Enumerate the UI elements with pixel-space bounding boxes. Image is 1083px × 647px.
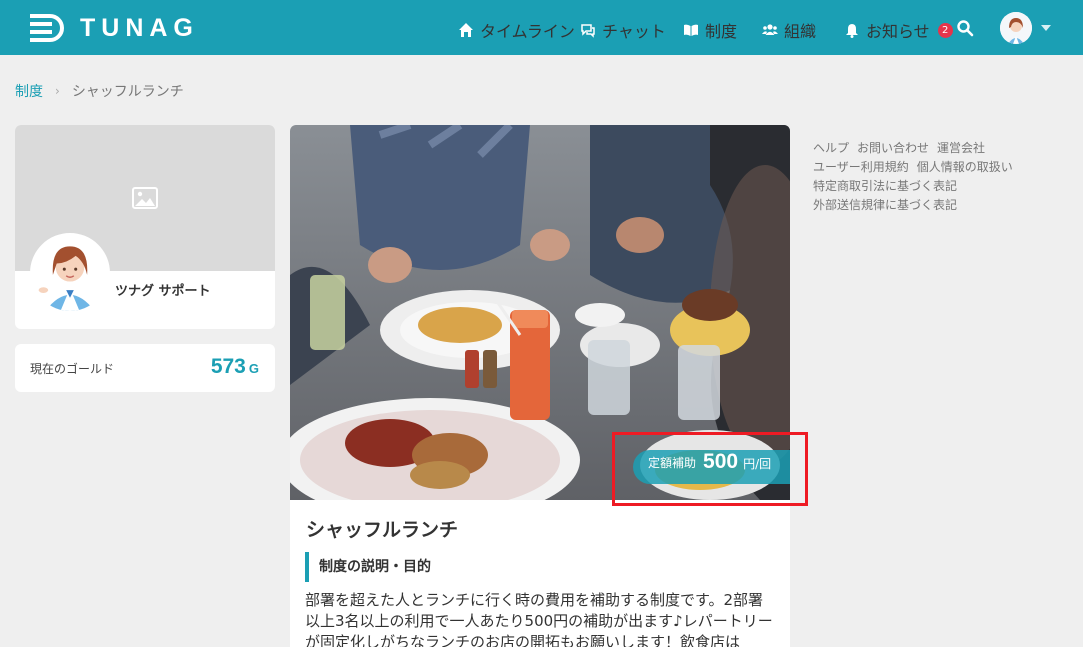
footer-links-row: 特定商取引法に基づく表記 [813, 177, 1053, 196]
chevron-right-icon: › [55, 84, 60, 98]
breadcrumb-current: シャッフルランチ [71, 84, 184, 100]
nav-programs[interactable]: 制度 [683, 18, 737, 42]
logo-mark-icon [30, 14, 64, 42]
external-transmission-link[interactable]: 外部送信規律に基づく表記 [813, 198, 957, 212]
nav-timeline-label: タイムライン [480, 22, 575, 41]
nav-chat[interactable]: チャット [580, 18, 666, 42]
program-description: 部署を超えた人とランチに行く時の費用を補助する制度です。2部署以上3名以上の利用… [305, 591, 773, 647]
subsidy-label: 定額補助 [648, 456, 697, 470]
breadcrumb: 制度 › シャッフルランチ [15, 81, 184, 101]
help-link[interactable]: ヘルプ [813, 141, 849, 155]
top-header: TUNAG タイムライン チャット 制度 組織 お知らせ 2 [0, 0, 1083, 55]
search-icon[interactable] [956, 19, 974, 37]
nav-chat-label: チャット [602, 22, 666, 41]
bell-icon [846, 24, 858, 38]
program-hero-image: 定額補助 500 円/回 [290, 125, 790, 500]
gold-card: 現在のゴールド 573 G [15, 344, 275, 392]
profile-card[interactable]: ツナグ サポート [15, 125, 275, 329]
tunag-logo[interactable]: TUNAG [28, 13, 199, 43]
commerce-law-link[interactable]: 特定商取引法に基づく表記 [813, 179, 957, 193]
footer-links-row: 外部送信規律に基づく表記 [813, 196, 1053, 215]
subsidy-value: 500 [703, 450, 739, 473]
company-link[interactable]: 運営会社 [937, 141, 985, 155]
gold-amount: 573 [210, 355, 246, 378]
contact-link[interactable]: お問い合わせ [857, 141, 929, 155]
chat-icon [581, 24, 595, 38]
footer-links-row: ヘルプ お問い合わせ 運営会社 [813, 139, 1053, 158]
footer-links: ヘルプ お問い合わせ 運営会社 ユーザー利用規約 個人情報の取扱い 特定商取引法に基づ… [813, 139, 1053, 215]
nav-notifications[interactable]: お知らせ 2 [844, 18, 953, 42]
terms-link[interactable]: ユーザー利用規約 [813, 160, 909, 174]
brand-name: TUNAG [80, 13, 199, 42]
program-title: シャッフルランチ [306, 519, 459, 541]
notification-badge: 2 [937, 22, 953, 38]
program-card: 定額補助 500 円/回 シャッフルランチ 制度の説明・目的 部署を超えた人とラ… [290, 125, 790, 647]
avatar-illustration-icon [1000, 12, 1032, 44]
section-heading: 制度の説明・目的 [305, 552, 431, 582]
profile-name[interactable]: ツナグ サポート [115, 280, 211, 299]
gold-label: 現在のゴールド [30, 362, 115, 376]
home-icon [459, 23, 473, 37]
gold-unit: G [248, 361, 259, 376]
subsidy-badge: 定額補助 500 円/回 [633, 450, 790, 484]
nav-organization[interactable]: 組織 [762, 18, 816, 42]
chevron-down-icon[interactable] [1041, 25, 1051, 31]
subsidy-unit: 円/回 [743, 457, 772, 471]
users-icon [762, 24, 778, 35]
gold-value: 573 G [211, 355, 259, 379]
profile-avatar[interactable] [30, 233, 110, 313]
privacy-link[interactable]: 個人情報の取扱い [917, 160, 1013, 174]
nav-timeline[interactable]: タイムライン [458, 18, 575, 42]
lunch-photo-illustration [290, 125, 790, 500]
book-icon [684, 24, 698, 36]
nav-programs-label: 制度 [705, 22, 738, 41]
nav-notifications-label: お知らせ [866, 22, 930, 41]
footer-links-row: ユーザー利用規約 個人情報の取扱い [813, 158, 1053, 177]
user-avatar[interactable] [1000, 12, 1032, 44]
nav-organization-label: 組織 [784, 22, 817, 41]
image-placeholder-icon [132, 187, 158, 209]
support-avatar-icon [32, 235, 108, 311]
breadcrumb-parent-link[interactable]: 制度 [15, 81, 43, 101]
